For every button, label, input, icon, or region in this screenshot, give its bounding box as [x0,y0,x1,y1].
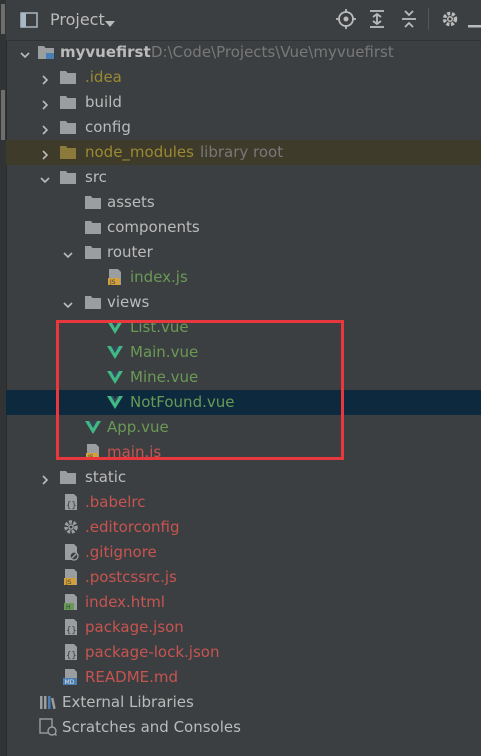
folder-icon [84,193,102,211]
scratches-icon [39,718,57,736]
expand-all-icon[interactable] [368,9,386,33]
tree-node-views[interactable]: views [6,290,481,315]
folder-icon [84,293,102,311]
file-label: README.md [85,668,179,686]
project-view-title[interactable]: Project [50,10,105,29]
tree-node-gitignore[interactable]: .gitignore [6,540,481,565]
file-label: .editorconfig [85,518,180,536]
folder-label: config [85,118,131,136]
tree-node-static[interactable]: static [6,465,481,490]
collapse-all-icon[interactable] [400,9,418,33]
folder-icon [59,68,77,86]
svg-text:JS: JS [65,579,72,586]
chevron-right-icon[interactable] [39,71,51,85]
ignore-file-icon [62,543,80,561]
js-file-icon: JS [62,568,80,586]
file-label: index.js [130,268,188,286]
tree-node-components[interactable]: components [6,215,481,240]
chevron-down-icon[interactable] [62,296,74,309]
file-label: .postcssrc.js [85,568,177,586]
folder-label: router [107,243,153,261]
svg-text:H: H [66,604,71,611]
tree-node-router[interactable]: router [6,240,481,265]
scratches-label: Scratches and Consoles [62,718,241,736]
locate-icon[interactable] [336,9,356,33]
tree-node-package-lock-json[interactable]: {} package-lock.json [6,640,481,665]
json-file-icon: {} [62,643,80,661]
folder-icon [59,93,77,111]
file-label: .babelrc [85,493,146,511]
folder-icon [84,243,102,261]
highlight-annotation-box [56,320,344,460]
chevron-right-icon[interactable] [39,471,51,485]
structure-tool-tab[interactable] [1,90,5,140]
project-tool-tab[interactable] [1,4,5,34]
folder-icon [59,168,77,186]
tree-node-readme-md[interactable]: MD README.md [6,665,481,690]
root-folder-label: myvuefirst [60,43,151,61]
external-libraries-label: External Libraries [62,693,194,711]
config-file-icon: {} [62,493,80,511]
folder-label: build [85,93,122,111]
folder-icon [84,218,102,236]
json-file-icon: {} [62,618,80,636]
dropdown-icon[interactable] [104,15,116,34]
library-root-tag: library root [200,143,284,161]
folder-icon [59,143,77,161]
tree-node-idea[interactable]: .idea [6,65,481,90]
tree-node-router-index-js[interactable]: JS index.js [6,265,481,290]
file-label: .gitignore [85,543,157,561]
tree-node-src[interactable]: src [6,165,481,190]
markdown-file-icon: MD [62,668,80,686]
settings-icon[interactable] [440,9,460,33]
svg-text:MD: MD [65,679,75,686]
project-view-icon[interactable] [20,11,38,33]
folder-label: assets [107,193,155,211]
svg-text:{}: {} [66,501,77,511]
js-file-icon: JS [106,268,124,286]
project-tree[interactable]: myvuefirst D:\Code\Projects\Vue\myvuefir… [6,40,481,756]
tree-node-index-html[interactable]: H index.html [6,590,481,615]
tree-node-assets[interactable]: assets [6,190,481,215]
tree-node-editorconfig[interactable]: .editorconfig [6,515,481,540]
gear-icon [62,518,80,536]
svg-text:{}: {} [66,626,77,636]
folder-label: static [85,468,127,486]
toolbar-divider [428,8,429,30]
tree-node-external-libraries[interactable]: External Libraries [6,690,481,715]
hide-icon[interactable] [468,16,481,35]
project-toolbar: Project [6,0,481,41]
libraries-icon [39,693,57,711]
folder-label: components [107,218,200,236]
tree-node-root[interactable]: myvuefirst D:\Code\Projects\Vue\myvuefir… [6,40,481,65]
chevron-down-icon[interactable] [62,246,74,259]
folder-icon [59,118,77,136]
chevron-down-icon[interactable] [19,46,31,59]
root-folder-path: D:\Code\Projects\Vue\myvuefirst [151,43,394,61]
svg-text:JS: JS [109,279,116,286]
folder-label: node_modules [85,143,194,161]
file-label: package-lock.json [85,643,220,661]
folder-icon [59,468,77,486]
tree-node-postcssrc-js[interactable]: JS .postcssrc.js [6,565,481,590]
file-label: package.json [85,618,184,636]
folder-icon [37,43,55,61]
html-file-icon: H [62,593,80,611]
chevron-down-icon[interactable] [39,171,51,184]
chevron-right-icon[interactable] [39,146,51,160]
file-label: index.html [85,593,165,611]
tree-node-package-json[interactable]: {} package.json [6,615,481,640]
folder-label: views [107,293,150,311]
folder-label: .idea [85,68,122,86]
chevron-right-icon[interactable] [39,121,51,135]
folder-label: src [85,168,107,186]
chevron-right-icon[interactable] [39,96,51,110]
svg-text:{}: {} [66,651,77,661]
tree-node-node-modules[interactable]: node_modules library root [6,140,481,165]
tree-node-babelrc[interactable]: {} .babelrc [6,490,481,515]
tree-node-build[interactable]: build [6,90,481,115]
tree-node-config[interactable]: config [6,115,481,140]
tree-node-scratches[interactable]: Scratches and Consoles [6,715,481,740]
